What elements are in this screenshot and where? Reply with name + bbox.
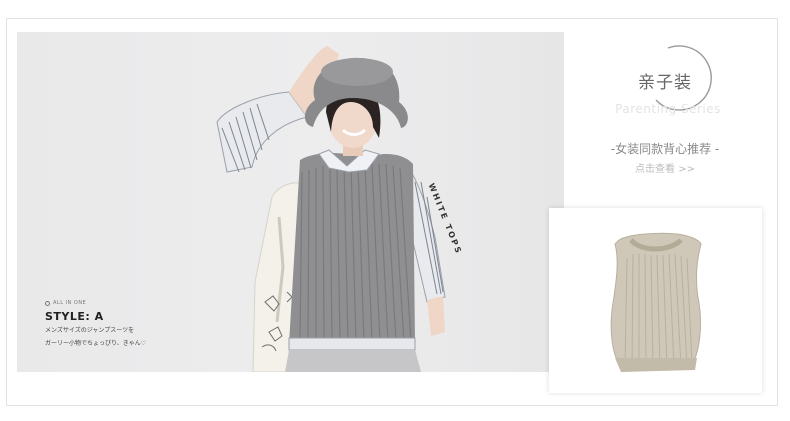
view-more-link[interactable]: 点击查看 >> [565, 160, 765, 175]
style-text-line-1: メンズサイズのジャンプスーツを [45, 327, 135, 334]
style-caption: ALL IN ONE STYLE: A メンズサイズのジャンプスーツを ガーリー… [45, 300, 146, 349]
promo-headline: -女装同款背心推荐 - [610, 142, 720, 156]
vest-product-image [610, 232, 702, 372]
style-text-line-2: ガーリー小物でちょっぴり、きゃん♡ [45, 340, 147, 347]
category-subtitle: Parenting Series [615, 102, 721, 116]
category-title: 亲子装 [638, 73, 692, 93]
all-in-one-tag: ALL IN ONE [45, 300, 146, 306]
product-card-vest[interactable] [549, 208, 762, 393]
promo-panel: 亲子装 Parenting Series -女装同款背心推荐 - 点击查看 >> [565, 32, 777, 207]
hero-image[interactable]: WHITE TOPS ALL IN ONE STYLE: A メンズサイズのジャ… [17, 32, 564, 372]
style-title: STYLE: A [45, 310, 104, 323]
circle-icon [45, 300, 50, 306]
